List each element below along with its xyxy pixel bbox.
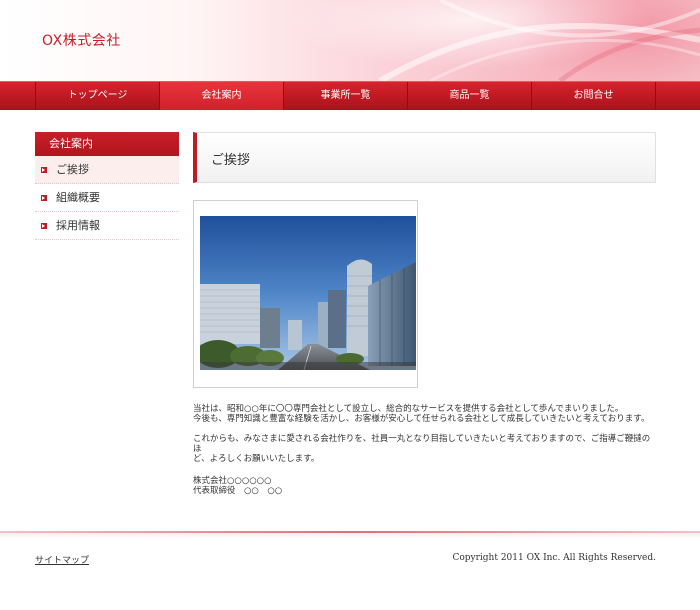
greeting-paragraph-1: 当社は、昭和○○年に〇〇専門会社として設立し、総合的なサービスを提供する会社とし…	[193, 404, 658, 424]
text-line: 今後も、専門知識と豊富な経験を活かし、お客様が安心して任せられる会社として成長し…	[193, 414, 650, 424]
company-name: 株式会社○○○○○○	[193, 476, 272, 486]
nav-item-company[interactable]: 会社案内	[159, 82, 283, 110]
nav-item-top[interactable]: トップページ	[35, 82, 159, 110]
global-nav: トップページ 会社案内 事業所一覧 商品一覧 お問合せ	[0, 81, 700, 110]
sidebar-heading: 会社案内	[35, 132, 179, 156]
text-line: 当社は、昭和○○年に〇〇専門会社として設立し、総合的なサービスを提供する会社とし…	[193, 404, 624, 414]
signature: 株式会社○○○○○○ 代表取締役 ○○ ○○	[193, 476, 658, 496]
page-title: ご挨拶	[211, 153, 251, 168]
text-line: これからも、みなさまに愛される会社作りを、社員一丸となり目指していきたいと考えて…	[193, 434, 651, 454]
site-header: OX株式会社	[0, 0, 700, 81]
arrow-bullet-icon	[41, 167, 47, 173]
greeting-paragraph-2: これからも、みなさまに愛される会社作りを、社員一丸となり目指していきたいと考えて…	[193, 434, 658, 464]
city-photo	[200, 216, 416, 370]
copyright: Copyright 2011 OX Inc. All Rights Reserv…	[452, 553, 656, 563]
photo-frame	[193, 200, 418, 388]
content-heading-box: ご挨拶	[193, 132, 656, 183]
sidebar-item-label: 組織概要	[56, 191, 100, 204]
arrow-bullet-icon	[41, 195, 47, 201]
city-skyline-image	[200, 216, 416, 370]
sitemap-link[interactable]: サイトマップ	[35, 553, 89, 566]
site-title[interactable]: OX株式会社	[42, 30, 121, 50]
arrow-bullet-icon	[41, 223, 47, 229]
nav-item-offices[interactable]: 事業所一覧	[283, 82, 407, 110]
sidebar-item-organization[interactable]: 組織概要	[35, 184, 179, 212]
sidebar-item-label: ご挨拶	[56, 163, 89, 176]
nav-item-products[interactable]: 商品一覧	[407, 82, 531, 110]
sidebar-item-greeting[interactable]: ご挨拶	[35, 156, 179, 184]
sidebar-item-label: 採用情報	[56, 219, 100, 232]
sidebar-item-recruit[interactable]: 採用情報	[35, 212, 179, 240]
nav-item-contact[interactable]: お問合せ	[531, 82, 655, 110]
text-line: ど、よろしくお願いいたします。	[193, 454, 320, 464]
representative: 代表取締役 ○○ ○○	[193, 486, 283, 496]
nav-divider	[655, 82, 656, 110]
footer-divider-shade	[0, 533, 700, 538]
